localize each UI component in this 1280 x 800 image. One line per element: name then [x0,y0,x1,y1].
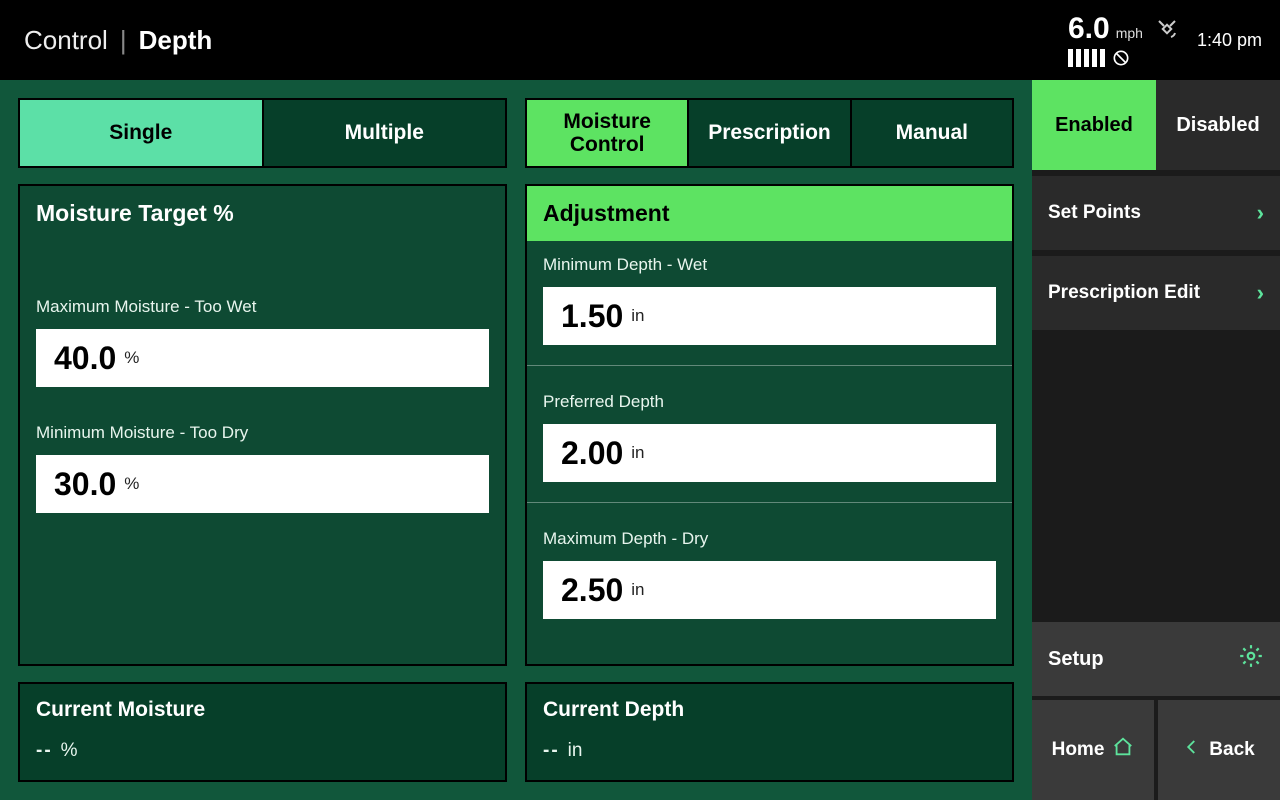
min-moisture-input[interactable]: 30.0 % [36,455,489,513]
preferred-depth-label: Preferred Depth [543,392,996,412]
breadcrumb-depth: Depth [139,25,213,56]
setup-label: Setup [1048,648,1104,671]
home-icon [1112,736,1134,764]
gps-icon [1111,48,1131,68]
current-depth-title: Current Depth [543,698,996,722]
breadcrumb: Control | Depth [24,25,212,56]
adjustment-title: Adjustment [527,186,1012,241]
satellite-icon [1155,17,1179,41]
current-moisture-value: -- [36,740,53,762]
max-moisture-label: Maximum Moisture - Too Wet [36,297,489,317]
max-moisture-input[interactable]: 40.0 % [36,329,489,387]
max-depth-value: 2.50 [561,572,623,609]
setup-button[interactable]: Setup [1032,622,1280,696]
max-depth-label: Maximum Depth - Dry [543,529,996,549]
min-depth-label: Minimum Depth - Wet [543,255,996,275]
breadcrumb-separator: | [120,25,127,56]
status-block: 6.0 mph [1068,12,1179,68]
sidebar-item-set-points[interactable]: Set Points › [1032,176,1280,250]
min-depth-unit: in [631,306,644,326]
tab-single[interactable]: Single [20,100,262,166]
chevron-right-icon: › [1257,280,1264,306]
gear-icon [1238,643,1264,675]
current-moisture-panel: Current Moisture -- % [18,682,507,782]
max-depth-input[interactable]: 2.50 in [543,561,996,619]
chevron-left-icon [1183,736,1201,764]
adjustment-panel: Adjustment Minimum Depth - Wet 1.50 in P… [525,184,1014,666]
current-depth-unit: in [568,740,583,762]
current-moisture-unit: % [61,740,78,762]
back-label: Back [1209,739,1254,761]
preferred-depth-value: 2.00 [561,435,623,472]
tab-moisture-control[interactable]: Moisture Control [527,100,687,166]
home-label: Home [1052,739,1105,761]
disabled-button[interactable]: Disabled [1156,80,1280,170]
home-button[interactable]: Home [1032,700,1154,800]
top-bar: Control | Depth 6.0 mph [0,0,1280,80]
right-sidebar: Enabled Disabled Set Points › Prescripti… [1032,80,1280,800]
signal-bars-icon [1068,49,1105,67]
enabled-button[interactable]: Enabled [1032,80,1156,170]
preferred-depth-unit: in [631,443,644,463]
min-moisture-unit: % [124,474,139,494]
enable-toggle: Enabled Disabled [1032,80,1280,170]
min-depth-input[interactable]: 1.50 in [543,287,996,345]
min-depth-value: 1.50 [561,298,623,335]
tab-manual[interactable]: Manual [850,100,1012,166]
preferred-depth-input[interactable]: 2.00 in [543,424,996,482]
back-button[interactable]: Back [1158,700,1280,800]
max-depth-unit: in [631,580,644,600]
chevron-right-icon: › [1257,200,1264,226]
max-moisture-value: 40.0 [54,340,116,377]
sidebar-item-label: Prescription Edit [1048,282,1200,304]
control-mode-tabs: Moisture Control Prescription Manual [525,98,1014,168]
moisture-target-panel: Moisture Target % Maximum Moisture - Too… [18,184,507,666]
speed-value: 6.0 [1068,12,1110,46]
divider [527,502,1012,503]
current-moisture-title: Current Moisture [36,698,489,722]
current-depth-panel: Current Depth -- in [525,682,1014,782]
min-moisture-label: Minimum Moisture - Too Dry [36,423,489,443]
clock: 1:40 pm [1197,30,1262,51]
max-moisture-unit: % [124,348,139,368]
breadcrumb-control: Control [24,25,108,56]
current-depth-value: -- [543,740,560,762]
tab-prescription[interactable]: Prescription [687,100,849,166]
tab-multiple[interactable]: Multiple [262,100,506,166]
sidebar-item-prescription-edit[interactable]: Prescription Edit › [1032,256,1280,330]
min-moisture-value: 30.0 [54,466,116,503]
speed-unit: mph [1116,25,1143,41]
moisture-target-title: Moisture Target % [20,186,505,241]
sidebar-item-label: Set Points [1048,202,1141,224]
view-mode-tabs: Single Multiple [18,98,507,168]
divider [527,365,1012,366]
